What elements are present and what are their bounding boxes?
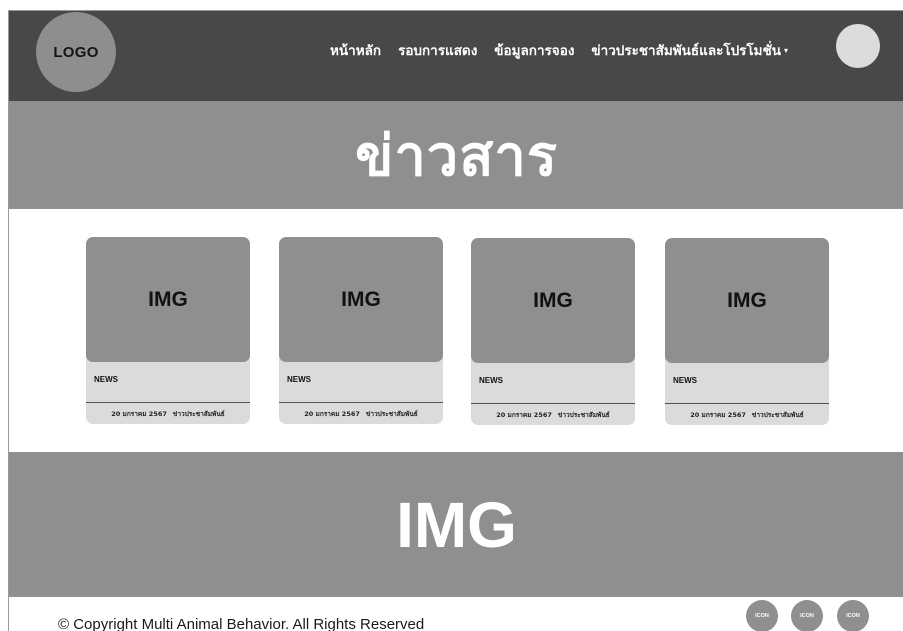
news-card[interactable]: IMG NEWS 20 มกราคม 2567 ข่าวประชาสัมพันธ์ (86, 237, 250, 424)
news-card-image: IMG (471, 238, 635, 363)
banner-image: IMG (9, 452, 903, 597)
news-card-meta: 20 มกราคม 2567 ข่าวประชาสัมพันธ์ (279, 409, 443, 419)
news-card-meta: 20 มกราคม 2567 ข่าวประชาสัมพันธ์ (471, 410, 635, 420)
banner-placeholder-text: IMG (396, 488, 517, 561)
news-card-meta: 20 มกราคม 2567 ข่าวประชาสัมพันธ์ (86, 409, 250, 419)
news-card-image: IMG (279, 237, 443, 362)
logo[interactable]: LOGO (36, 12, 116, 92)
news-card-tag: ข่าวประชาสัมพันธ์ (365, 410, 418, 418)
chevron-down-icon: ▾ (783, 46, 788, 55)
hero-section: ข่าวสาร (9, 101, 903, 209)
social-icon[interactable]: ICON (791, 600, 823, 631)
news-card-category: NEWS (673, 376, 697, 385)
news-card-meta: 20 มกราคม 2567 ข่าวประชาสัมพันธ์ (665, 410, 829, 420)
news-card-divider (665, 403, 829, 404)
news-card-divider (279, 402, 443, 403)
news-card-tag: ข่าวประชาสัมพันธ์ (557, 411, 610, 419)
news-card-date: 20 มกราคม 2567 (496, 411, 552, 419)
news-card-image: IMG (86, 237, 250, 362)
news-card-date: 20 มกราคม 2567 (111, 410, 167, 418)
news-card-category: NEWS (479, 376, 503, 385)
news-card[interactable]: IMG NEWS 20 มกราคม 2567 ข่าวประชาสัมพันธ์ (665, 238, 829, 425)
social-icon[interactable]: ICON (837, 600, 869, 631)
news-card-divider (471, 403, 635, 404)
news-card-category: NEWS (287, 375, 311, 384)
avatar[interactable] (836, 24, 880, 68)
news-card-category: NEWS (94, 375, 118, 384)
navbar: LOGO หน้าหลัก รอบการแสดง ข้อมูลการจอง ข่… (9, 11, 903, 101)
copyright-text: © Copyright Multi Animal Behavior. All R… (58, 616, 425, 631)
page-frame: LOGO หน้าหลัก รอบการแสดง ข้อมูลการจอง ข่… (8, 10, 903, 631)
nav-item-showtimes[interactable]: รอบการแสดง (398, 39, 477, 61)
social-icon[interactable]: ICON (746, 600, 778, 631)
news-card[interactable]: IMG NEWS 20 มกราคม 2567 ข่าวประชาสัมพันธ์ (471, 238, 635, 425)
nav-item-news-promotions-label: ข่าวประชาสัมพันธ์และโปรโมชั่น (591, 43, 781, 59)
nav-item-booking-info[interactable]: ข้อมูลการจอง (494, 39, 574, 61)
news-card-divider (86, 402, 250, 403)
nav-item-home[interactable]: หน้าหลัก (330, 39, 381, 61)
page-title: ข่าวสาร (355, 123, 558, 189)
nav-item-news-promotions[interactable]: ข่าวประชาสัมพันธ์และโปรโมชั่น ▾ (591, 39, 788, 61)
news-card-tag: ข่าวประชาสัมพันธ์ (751, 411, 804, 419)
news-card[interactable]: IMG NEWS 20 มกราคม 2567 ข่าวประชาสัมพันธ์ (279, 237, 443, 424)
news-card-date: 20 มกราคม 2567 (304, 410, 360, 418)
news-card-date: 20 มกราคม 2567 (690, 411, 746, 419)
nav-menu: หน้าหลัก รอบการแสดง ข้อมูลการจอง ข่าวประ… (330, 39, 788, 61)
news-card-image: IMG (665, 238, 829, 363)
news-card-tag: ข่าวประชาสัมพันธ์ (172, 410, 225, 418)
